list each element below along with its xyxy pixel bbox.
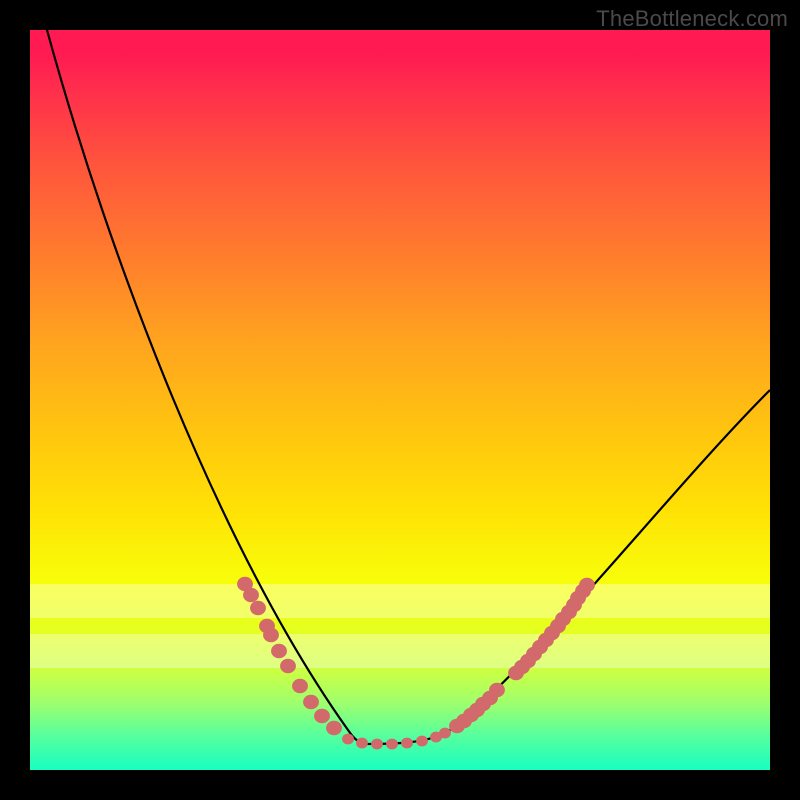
chart-frame bbox=[30, 30, 770, 770]
watermark-text: TheBottleneck.com bbox=[596, 6, 788, 32]
gradient-background bbox=[30, 30, 770, 770]
